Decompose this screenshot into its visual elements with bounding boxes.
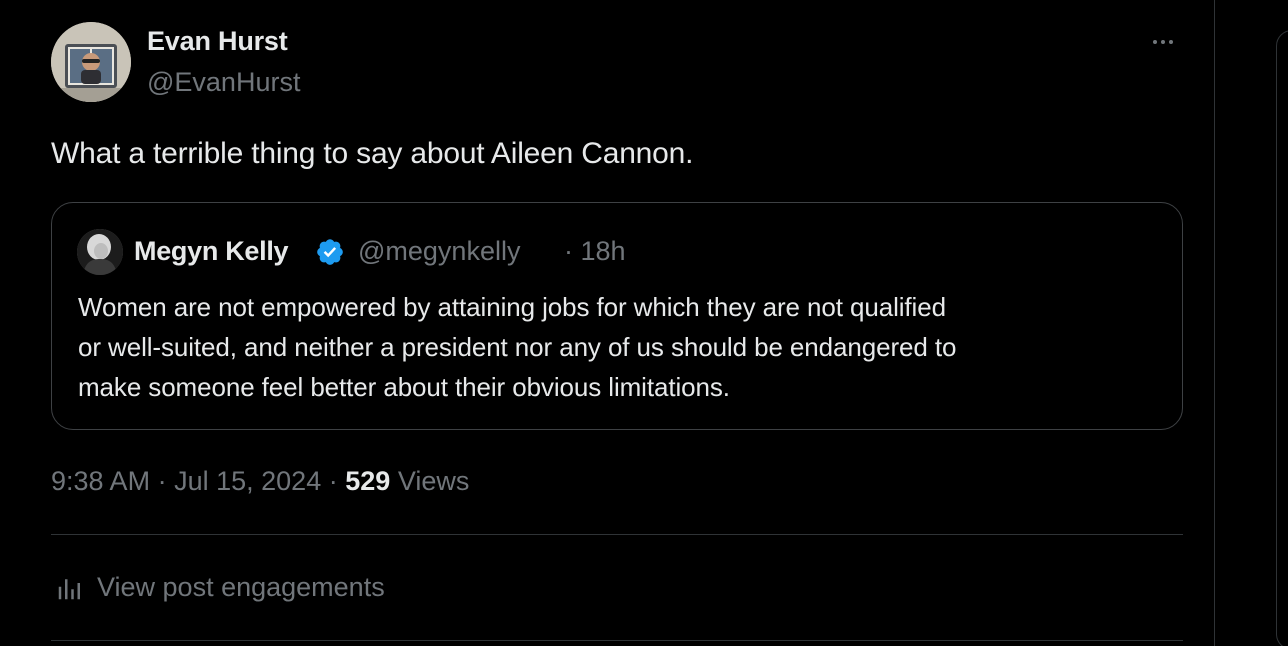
divider bbox=[51, 640, 1183, 641]
post: Evan Hurst @EvanHurst What a terrible th… bbox=[51, 20, 1183, 641]
view-engagements-button[interactable]: View post engagements bbox=[55, 572, 385, 603]
divider bbox=[51, 534, 1183, 535]
quoted-avatar-image bbox=[77, 229, 123, 275]
quoted-post-time[interactable]: · 18h bbox=[564, 236, 626, 267]
meta-separator: · bbox=[157, 466, 167, 496]
views-count: 529 bbox=[345, 466, 391, 496]
post-text: What a terrible thing to say about Ailee… bbox=[51, 137, 694, 170]
quoted-text-line: or well-suited, and neither a president … bbox=[78, 332, 957, 362]
quoted-author-avatar[interactable] bbox=[77, 229, 123, 275]
author-name[interactable]: Evan Hurst bbox=[147, 26, 288, 57]
page: Evan Hurst @EvanHurst What a terrible th… bbox=[0, 0, 1288, 646]
more-dot bbox=[1169, 40, 1173, 44]
author-handle[interactable]: @EvanHurst bbox=[147, 67, 300, 98]
sidebar-card bbox=[1276, 30, 1288, 646]
author-avatar-image bbox=[51, 22, 131, 102]
post-time[interactable]: 9:38 AM bbox=[51, 466, 150, 496]
more-dot bbox=[1153, 40, 1157, 44]
quoted-text-line: make someone feel better about their obv… bbox=[78, 372, 730, 402]
quoted-post[interactable]: Megyn Kelly @megynkelly · 18h Women are … bbox=[51, 202, 1183, 430]
post-date[interactable]: Jul 15, 2024 bbox=[174, 466, 321, 496]
author-avatar[interactable] bbox=[51, 22, 131, 102]
quoted-author-handle[interactable]: @megynkelly bbox=[358, 236, 520, 267]
analytics-icon bbox=[58, 578, 80, 599]
quoted-author-name[interactable]: Megyn Kelly bbox=[134, 236, 289, 267]
more-dot bbox=[1161, 40, 1165, 44]
quoted-post-text: Women are not empowered by attaining job… bbox=[78, 287, 1158, 407]
view-engagements-label: View post engagements bbox=[97, 572, 385, 602]
more-options-icon[interactable] bbox=[1143, 32, 1183, 52]
meta-separator: · bbox=[328, 466, 338, 496]
verified-badge-icon bbox=[317, 239, 343, 265]
post-header: Evan Hurst @EvanHurst bbox=[51, 20, 1183, 104]
post-meta: 9:38 AM · Jul 15, 2024 · 529 Views bbox=[51, 466, 469, 497]
column-divider bbox=[1214, 0, 1215, 646]
views-label: Views bbox=[397, 466, 470, 496]
quoted-text-line: Women are not empowered by attaining job… bbox=[78, 292, 946, 322]
